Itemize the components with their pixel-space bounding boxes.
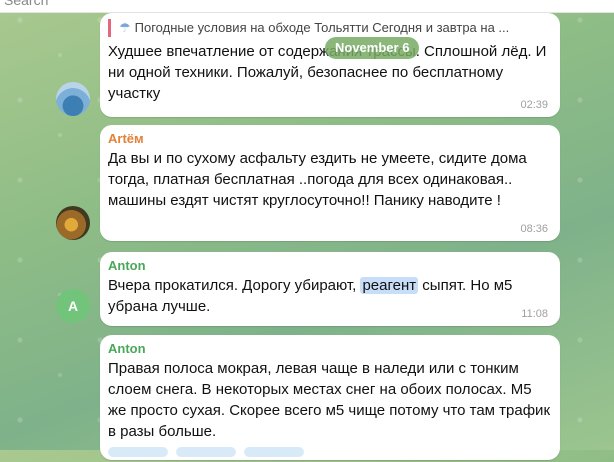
message-text-part: Вчера прокатился. Дорогу убирают, [108, 277, 361, 294]
message-text: Вчера прокатился. Дорогу убирают, реаген… [108, 275, 550, 317]
date-divider: November 6 [325, 37, 420, 59]
message-time: 08:36 [520, 223, 548, 235]
avatar[interactable]: A [56, 289, 90, 323]
search-input[interactable]: Search [4, 0, 48, 8]
avatar[interactable] [56, 206, 90, 240]
message-bubble[interactable]: ☂ Погодные условия на обходе Тольятти Сег… [100, 13, 560, 117]
message-time: 02:39 [520, 99, 548, 111]
reaction-row[interactable] [108, 444, 312, 462]
reaction-chip[interactable] [176, 447, 236, 457]
message-bubble[interactable]: Anton Вчера прокатился. Дорогу убирают, … [100, 252, 560, 326]
avatar-letter: A [67, 298, 79, 314]
search-bar[interactable]: Search [0, 0, 614, 13]
reaction-chip[interactable] [108, 447, 168, 457]
weather-icon: ☂ [119, 20, 131, 35]
sender-name[interactable]: Anton [108, 341, 550, 356]
avatar[interactable] [56, 82, 90, 116]
message-text: Да вы и по сухому асфальту ездить не уме… [108, 150, 527, 209]
reply-quote[interactable]: ☂ Погодные условия на обходе Тольятти Сег… [108, 19, 550, 37]
reaction-chip[interactable] [244, 447, 304, 457]
sender-name[interactable]: Anton [108, 258, 550, 273]
message-bubble[interactable]: Anton Правая полоса мокрая, левая чаще в… [100, 335, 560, 460]
highlighted-word: реагент [360, 277, 419, 294]
reply-snippet: Погодные условия на обходе Тольятти Сего… [134, 20, 510, 35]
message-text: Правая полоса мокрая, левая чаще в налед… [108, 360, 551, 440]
message-bubble[interactable]: Artём Да вы и по сухому асфальту ездить … [100, 125, 560, 241]
sender-name[interactable]: Artём [108, 131, 550, 146]
message-time: 11:08 [521, 308, 548, 320]
